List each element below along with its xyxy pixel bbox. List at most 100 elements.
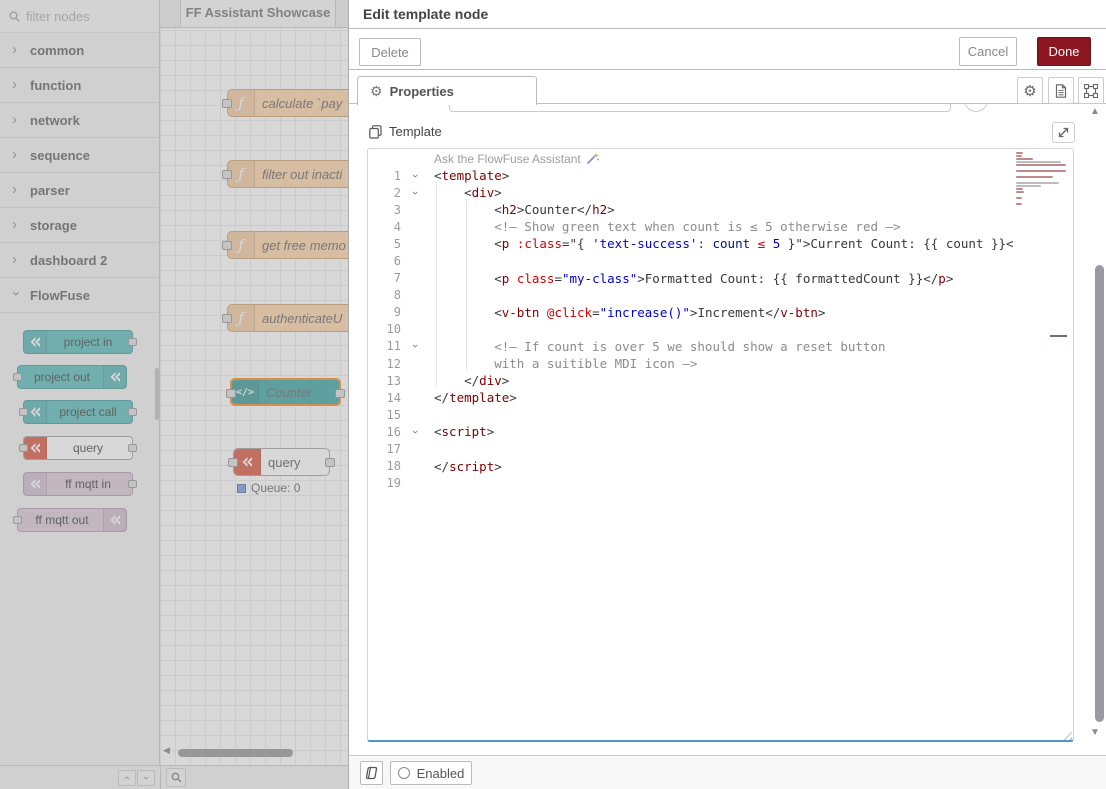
- palette-collapse-down-button[interactable]: ›: [137, 770, 155, 786]
- node-input-port[interactable]: [226, 389, 236, 398]
- tab-properties[interactable]: ⚙ Properties: [357, 76, 537, 105]
- hscroll-left-arrow[interactable]: ◀: [163, 745, 170, 756]
- canvas-node-filter-out-inacti[interactable]: ƒ filter out inacti: [227, 160, 348, 188]
- node-status: Queue: 0: [237, 481, 300, 495]
- palette-category-function[interactable]: ›function: [0, 68, 159, 103]
- palette-node-ff-mqtt-out[interactable]: ff mqtt out: [17, 508, 127, 532]
- node-input-port[interactable]: [222, 314, 232, 323]
- expand-editor-button[interactable]: [1052, 122, 1075, 143]
- enabled-toggle-button[interactable]: Enabled: [390, 761, 472, 785]
- node-icon-strip: </>: [232, 380, 259, 404]
- node-output-port[interactable]: [128, 444, 137, 452]
- palette-filter[interactable]: filter nodes: [0, 0, 159, 33]
- palette-node-project-out[interactable]: project out: [17, 365, 127, 389]
- palette-categories: ›common›function›network›sequence›parser…: [0, 33, 159, 313]
- node-output-port[interactable]: [335, 389, 345, 398]
- palette-node-label: query: [50, 437, 126, 459]
- scrollbar-up-arrow[interactable]: ▲: [1090, 106, 1100, 117]
- node-input-port[interactable]: [222, 241, 232, 250]
- node-icon-strip: ƒ: [228, 161, 255, 187]
- enabled-circle-icon: [398, 767, 410, 779]
- canvas-node-label: get free memo: [262, 232, 346, 258]
- node-settings-button[interactable]: ⚙: [1017, 77, 1043, 104]
- node-input-port[interactable]: [222, 170, 232, 179]
- node-output-port[interactable]: [128, 338, 137, 346]
- cancel-button[interactable]: Cancel: [959, 37, 1017, 66]
- palette-category-storage[interactable]: ›storage: [0, 208, 159, 243]
- code-text: <p class="my-class">Formatted Count: {{ …: [424, 271, 953, 286]
- palette-node-project-call[interactable]: project call: [23, 400, 133, 424]
- fold-chevron-icon[interactable]: ›: [406, 427, 424, 437]
- minimap-line: [1016, 170, 1066, 172]
- canvas-node-get-free-memo[interactable]: ƒ get free memo: [227, 231, 348, 259]
- node-input-port[interactable]: [228, 458, 238, 467]
- minimap-line: [1016, 155, 1022, 157]
- name-input-partial[interactable]: [449, 104, 951, 112]
- gear-icon: ⚙: [1023, 82, 1036, 100]
- palette-category-label: dashboard 2: [30, 253, 107, 268]
- code-text: <script>: [424, 424, 494, 439]
- canvas-node-query[interactable]: query: [233, 448, 330, 476]
- line-number: 5: [368, 237, 406, 251]
- minimap-line: [1016, 164, 1066, 166]
- canvas-node-authenticateu[interactable]: ƒauthenticateU: [227, 304, 348, 332]
- node-appearance-button[interactable]: [1078, 77, 1104, 104]
- fold-chevron-icon[interactable]: ›: [406, 188, 424, 198]
- canvas-node-calculate-pay[interactable]: ƒcalculate `pay: [227, 89, 348, 117]
- footer-divider: [160, 766, 161, 789]
- line-number: 10: [368, 322, 406, 336]
- code-line: 7 <p class="my-class">Formatted Count: {…: [368, 270, 1073, 287]
- node-output-port[interactable]: [325, 458, 335, 467]
- assistant-placeholder-line[interactable]: Ask the FlowFuse Assistant: [368, 151, 1073, 167]
- palette-category-network[interactable]: ›network: [0, 103, 159, 138]
- node-input-port[interactable]: [19, 444, 28, 452]
- palette-category-common[interactable]: ›common: [0, 33, 159, 68]
- palette-category-flowfuse[interactable]: ›FlowFuse: [0, 278, 159, 313]
- palette-node-project-in[interactable]: project in: [23, 330, 133, 354]
- canvas-node-counter[interactable]: </> Counter: [230, 378, 341, 406]
- fold-chevron-icon[interactable]: ›: [406, 341, 424, 351]
- function-icon: ƒ: [238, 236, 244, 254]
- node-input-port[interactable]: [13, 516, 22, 524]
- palette-filter-placeholder: filter nodes: [26, 9, 90, 24]
- canvas-node-label: Counter: [266, 380, 312, 404]
- node-icon-strip: ƒ: [228, 232, 255, 258]
- code-line: 18</script>: [368, 458, 1073, 475]
- canvas-node-label: filter out inacti: [262, 161, 342, 187]
- code-line: 13 </div>: [368, 372, 1073, 389]
- palette-collapse-up-button[interactable]: ›: [118, 770, 136, 786]
- canvas-search-button[interactable]: [166, 768, 186, 787]
- tray-scrollbar-thumb[interactable]: [1095, 265, 1104, 722]
- docs-book-button[interactable]: [360, 761, 383, 785]
- code-line: 19: [368, 475, 1073, 492]
- palette-category-dashboard-2[interactable]: ›dashboard 2: [0, 243, 159, 278]
- minimap-line: [1016, 191, 1024, 193]
- minimap-line: [1016, 203, 1022, 205]
- editor-resize-handle[interactable]: [1060, 728, 1072, 740]
- code-line: 8: [368, 287, 1073, 304]
- node-input-port[interactable]: [13, 373, 22, 381]
- node-input-port[interactable]: [19, 408, 28, 416]
- partial-circle-button[interactable]: [964, 104, 988, 112]
- minimap-line: [1016, 176, 1053, 178]
- palette-category-parser[interactable]: ›parser: [0, 173, 159, 208]
- flow-canvas[interactable]: FF Assistant Showcase ƒcalculate `payƒfi…: [160, 0, 348, 765]
- scrollbar-down-arrow[interactable]: ▼: [1090, 727, 1100, 738]
- node-input-port[interactable]: [222, 99, 232, 108]
- node-output-port[interactable]: [128, 480, 137, 488]
- minimap[interactable]: [1016, 152, 1070, 198]
- hscroll-thumb[interactable]: [178, 749, 293, 757]
- code-editor[interactable]: Ask the FlowFuse Assistant 1›<template>2…: [367, 148, 1074, 742]
- node-icon-strip: ƒ: [228, 305, 255, 331]
- done-button[interactable]: Done: [1037, 37, 1091, 66]
- palette-node-query[interactable]: query: [23, 436, 133, 460]
- fold-chevron-icon[interactable]: ›: [406, 171, 424, 181]
- palette-node-ff-mqtt-in[interactable]: ff mqtt in: [23, 472, 133, 496]
- node-output-port[interactable]: [128, 408, 137, 416]
- delete-button[interactable]: Delete: [359, 38, 421, 66]
- workspace-tab[interactable]: FF Assistant Showcase: [180, 0, 336, 28]
- node-description-button[interactable]: [1048, 77, 1074, 104]
- code-text: <p :class="{ 'text-success': count ≤ 5 }…: [424, 236, 1014, 251]
- palette-category-sequence[interactable]: ›sequence: [0, 138, 159, 173]
- palette-scrollbar[interactable]: [155, 368, 159, 420]
